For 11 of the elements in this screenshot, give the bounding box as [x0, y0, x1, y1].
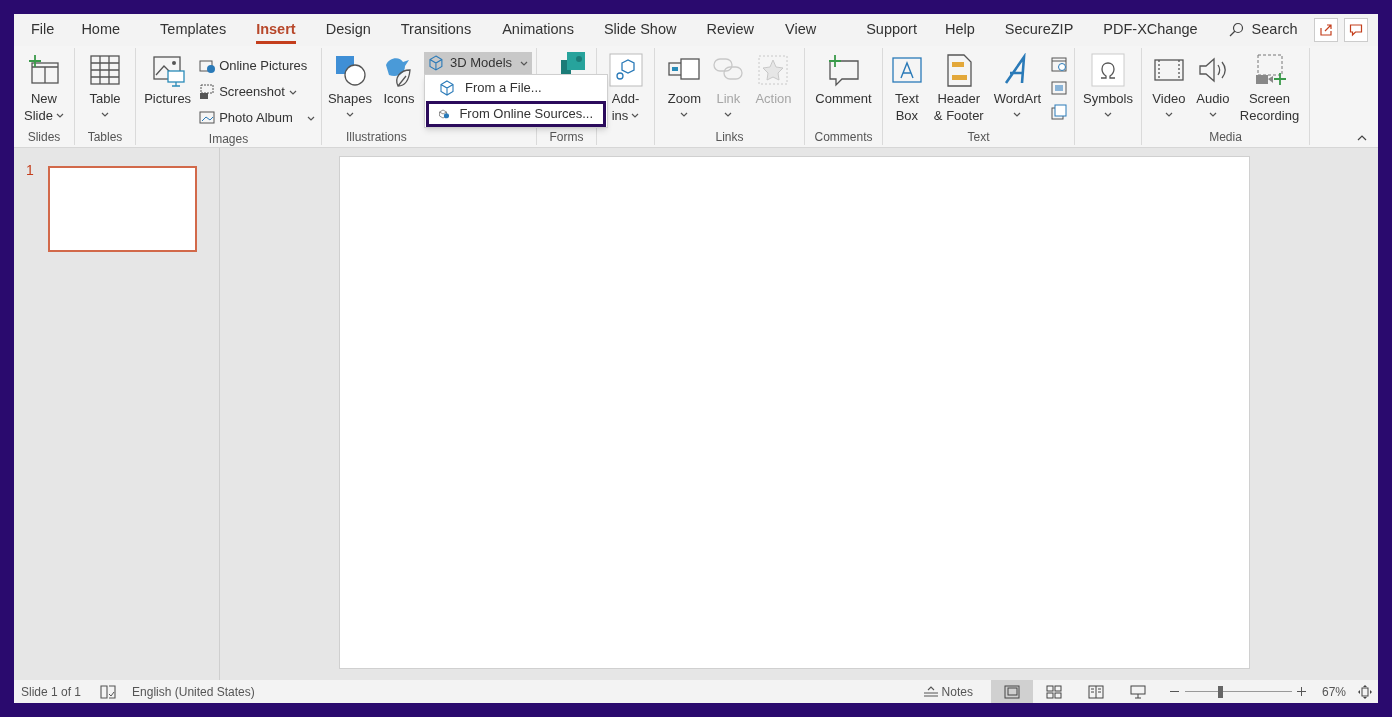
group-label: Links	[715, 129, 744, 145]
slide-counter: Slide 1 of 1	[21, 683, 82, 701]
group-label: Slides	[27, 129, 61, 145]
group-label: Forms	[549, 129, 584, 145]
group-label: Illustrations	[346, 129, 407, 145]
group-label: Text	[967, 129, 990, 145]
group-label: Media	[1209, 129, 1242, 145]
slide-number: 1	[26, 161, 34, 180]
group-label: Comments	[814, 129, 873, 145]
group-label: Images	[208, 131, 249, 147]
group-label: Tables	[87, 129, 123, 145]
